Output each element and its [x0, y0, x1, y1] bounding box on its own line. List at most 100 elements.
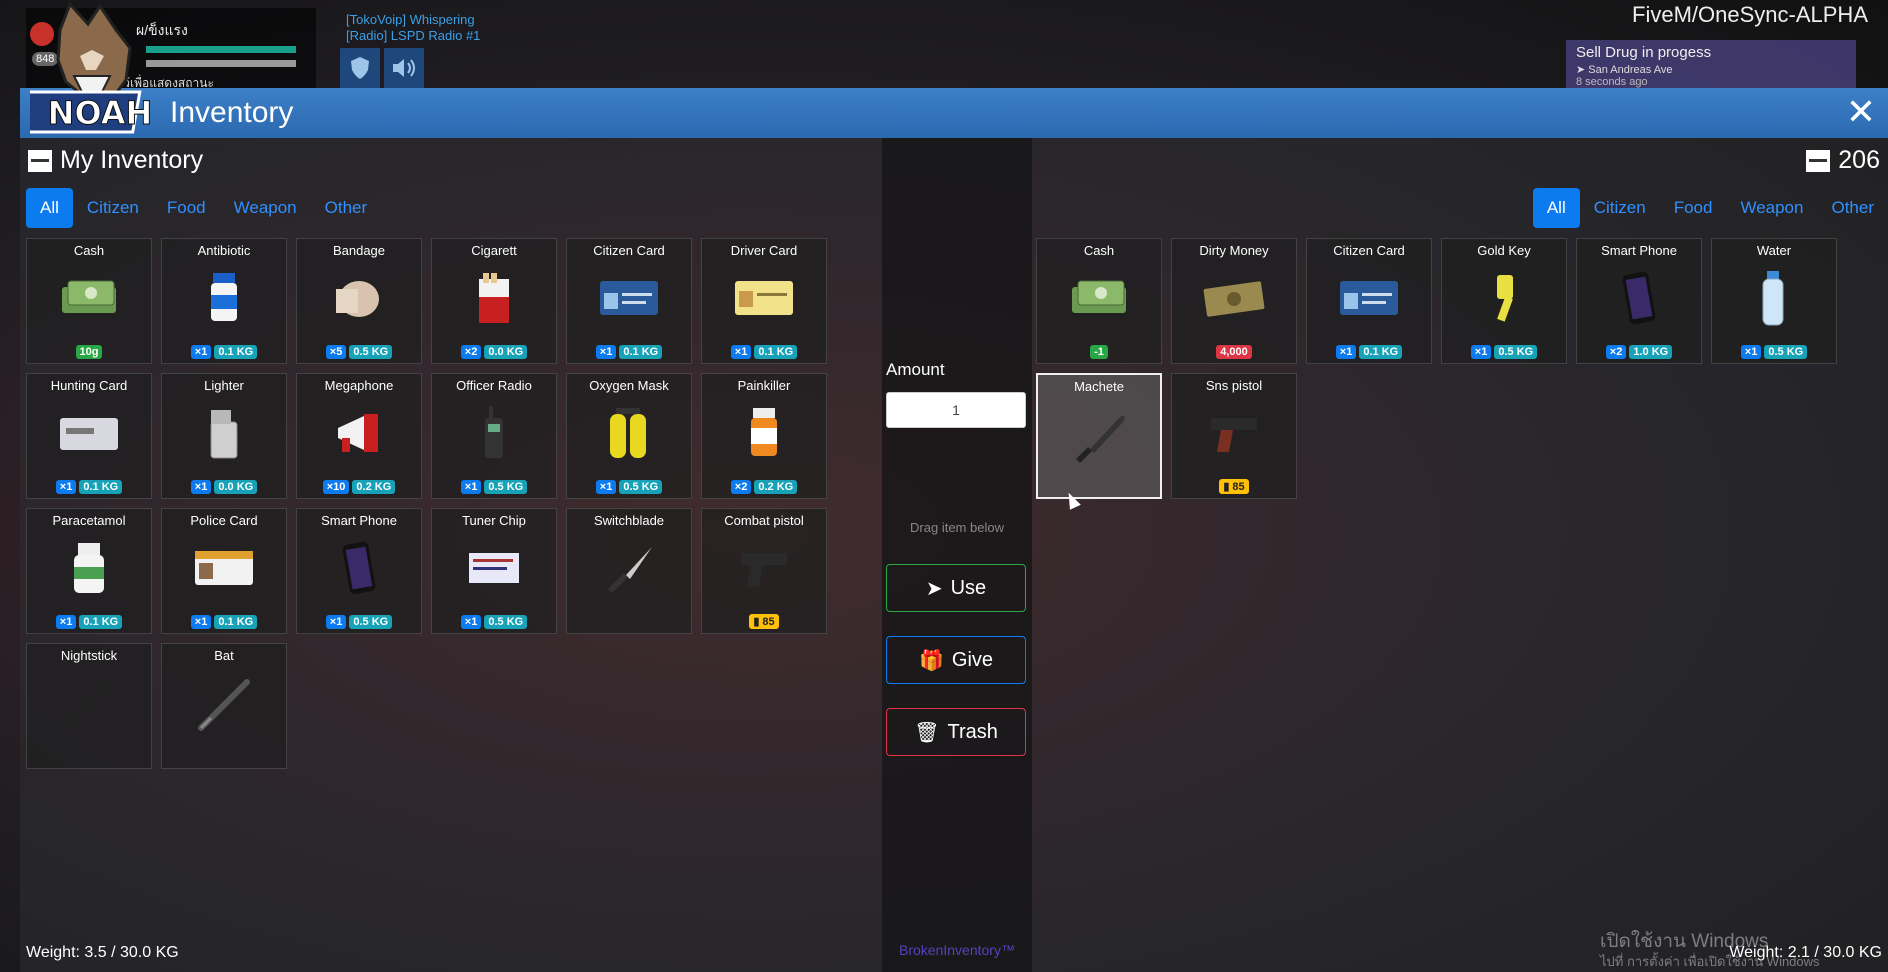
item-slot-antibiotic[interactable]: Antibiotic ×1 0.1 KG — [161, 238, 287, 364]
server-name: FiveM/OneSync-ALPHA — [1632, 2, 1868, 27]
speaker-icon[interactable] — [384, 48, 424, 88]
pill-bottle-white-icon — [54, 539, 124, 597]
count-badge: ×1 — [190, 345, 212, 359]
shield-icon[interactable] — [340, 48, 380, 88]
item-slot-officer-radio[interactable]: Officer Radio ×1 0.5 KG — [431, 373, 557, 499]
item-tags: ×1 0.0 KG — [162, 480, 286, 494]
right-tab-food[interactable]: Food — [1660, 188, 1727, 228]
item-name: Nightstick — [60, 648, 118, 663]
right-filter-tabs: All Citizen Food Weapon Other — [1532, 188, 1888, 228]
box-icon — [1806, 149, 1831, 172]
left-tab-all[interactable]: All — [26, 188, 73, 228]
bandage-icon — [324, 269, 394, 327]
count-badge: ×2 — [730, 480, 752, 494]
water-bottle-icon — [1739, 269, 1809, 327]
count-badge: ×1 — [460, 615, 482, 629]
item-name: Officer Radio — [456, 378, 532, 393]
item-name: Gold Key — [1477, 243, 1531, 258]
action-column: Amount Drag item below ➤Use 🎁Give 🗑Trash… — [882, 138, 1032, 972]
item-slot-switchblade[interactable]: Switchblade — [566, 508, 692, 634]
weight-badge: 0.5 KG — [619, 480, 663, 494]
item-slot-police-card[interactable]: Police Card ×1 0.1 KG — [161, 508, 287, 634]
weight-badge: 0.1 KG — [214, 345, 258, 359]
item-slot-nightstick[interactable]: Nightstick — [26, 643, 152, 769]
id-card-yellow-icon — [729, 269, 799, 327]
use-button[interactable]: ➤ Use — [886, 564, 1026, 612]
right-tab-weapon[interactable]: Weapon — [1726, 188, 1817, 228]
weight-badge: 0.1 KG — [754, 345, 798, 359]
trash-button[interactable]: 🗑 Trash — [886, 708, 1026, 756]
armor-bar — [146, 60, 296, 67]
item-slot-cigarett[interactable]: Cigarett ×2 0.0 KG — [431, 238, 557, 364]
item-slot-megaphone[interactable]: Megaphone ×10 0.2 KG — [296, 373, 422, 499]
pistol-icon — [729, 539, 799, 597]
item-tags: ×10 0.2 KG — [297, 480, 421, 494]
item-tags: ×1 0.1 KG — [162, 615, 286, 629]
right-tab-all[interactable]: All — [1532, 188, 1580, 228]
weight-badge: 0.1 KG — [79, 615, 123, 629]
item-name: Hunting Card — [50, 378, 128, 393]
inventory-header: Inventory ✕ — [20, 88, 1888, 138]
item-name: Oxygen Mask — [589, 378, 669, 393]
give-button[interactable]: 🎁 Give — [886, 636, 1026, 684]
weight-badge: 0.1 KG — [79, 480, 123, 494]
smartphone-icon — [1604, 269, 1674, 327]
item-slot-combat-pistol[interactable]: Combat pistol ▮ 85 — [701, 508, 827, 634]
item-slot-sns-pistol[interactable]: Sns pistol ▮ 85 — [1171, 373, 1297, 499]
item-slot-cash[interactable]: Cash 10g — [26, 238, 152, 364]
item-tags: ×1 0.1 KG — [702, 345, 826, 359]
item-slot-smart-phone[interactable]: Smart Phone ×2 1.0 KG — [1576, 238, 1702, 364]
item-slot-bandage[interactable]: Bandage ×5 0.5 KG — [296, 238, 422, 364]
key-icon — [1469, 269, 1539, 327]
item-tags: ×2 0.0 KG — [432, 345, 556, 359]
item-slot-hunting-card[interactable]: Hunting Card ×1 0.1 KG — [26, 373, 152, 499]
count-badge: ×2 — [460, 345, 482, 359]
weight-badge: 1.0 KG — [1629, 345, 1673, 359]
item-slot-water[interactable]: Water ×1 0.5 KG — [1711, 238, 1837, 364]
count-badge: ×1 — [730, 345, 752, 359]
item-slot-oxygen-mask[interactable]: Oxygen Mask ×1 0.5 KG — [566, 373, 692, 499]
count-badge: ×1 — [1335, 345, 1357, 359]
item-tags: ×1 0.1 KG — [1307, 345, 1431, 359]
item-tags: 4,000 — [1172, 345, 1296, 359]
item-slot-dirty-money[interactable]: Dirty Money 4,000 — [1171, 238, 1297, 364]
right-tab-citizen[interactable]: Citizen — [1580, 188, 1660, 228]
item-name: Cash — [1083, 243, 1115, 258]
voip-mode-text: [TokoVoip] Whispering — [346, 12, 475, 27]
item-name: Bat — [214, 648, 234, 663]
close-icon[interactable]: ✕ — [1846, 92, 1876, 132]
id-card-blue-icon — [1334, 269, 1404, 327]
item-slot-machete[interactable]: Machete — [1036, 373, 1162, 499]
item-slot-tuner-chip[interactable]: Tuner Chip ×1 0.5 KG — [431, 508, 557, 634]
pistol-brown-icon — [1199, 404, 1269, 462]
item-slot-driver-card[interactable]: Driver Card ×1 0.1 KG — [701, 238, 827, 364]
item-tags: ×1 0.5 KG — [567, 480, 691, 494]
lighter-icon — [189, 404, 259, 462]
left-tab-citizen[interactable]: Citizen — [73, 188, 153, 228]
count-badge: ×1 — [55, 480, 77, 494]
inventory-title: Inventory — [170, 96, 294, 129]
item-slot-citizen-card[interactable]: Citizen Card ×1 0.1 KG — [1306, 238, 1432, 364]
notification-location: ➤ San Andreas Ave — [1576, 64, 1673, 76]
item-slot-citizen-card[interactable]: Citizen Card ×1 0.1 KG — [566, 238, 692, 364]
item-name: Cash — [73, 243, 105, 258]
amount-input[interactable] — [886, 392, 1026, 428]
item-slot-paracetamol[interactable]: Paracetamol ×1 0.1 KG — [26, 508, 152, 634]
item-name: Switchblade — [593, 513, 665, 528]
item-name: Paracetamol — [52, 513, 126, 528]
left-tab-food[interactable]: Food — [153, 188, 220, 228]
item-slot-smart-phone[interactable]: Smart Phone ×1 0.5 KG — [296, 508, 422, 634]
left-tab-weapon[interactable]: Weapon — [220, 188, 311, 228]
brand-label: BrokenInventory™ — [899, 942, 1015, 958]
amount-badge: 10g — [75, 345, 103, 359]
item-slot-cash[interactable]: Cash -1 — [1036, 238, 1162, 364]
item-name: Lighter — [204, 378, 244, 393]
left-tab-other[interactable]: Other — [311, 188, 382, 228]
item-slot-gold-key[interactable]: Gold Key ×1 0.5 KG — [1441, 238, 1567, 364]
item-slot-lighter[interactable]: Lighter ×1 0.0 KG — [161, 373, 287, 499]
right-tab-other[interactable]: Other — [1817, 188, 1888, 228]
item-slot-painkiller[interactable]: Painkiller ×2 0.2 KG — [701, 373, 827, 499]
item-tags: ×1 0.1 KG — [27, 480, 151, 494]
pointer-icon: ➤ — [925, 577, 943, 600]
item-slot-bat[interactable]: Bat — [161, 643, 287, 769]
